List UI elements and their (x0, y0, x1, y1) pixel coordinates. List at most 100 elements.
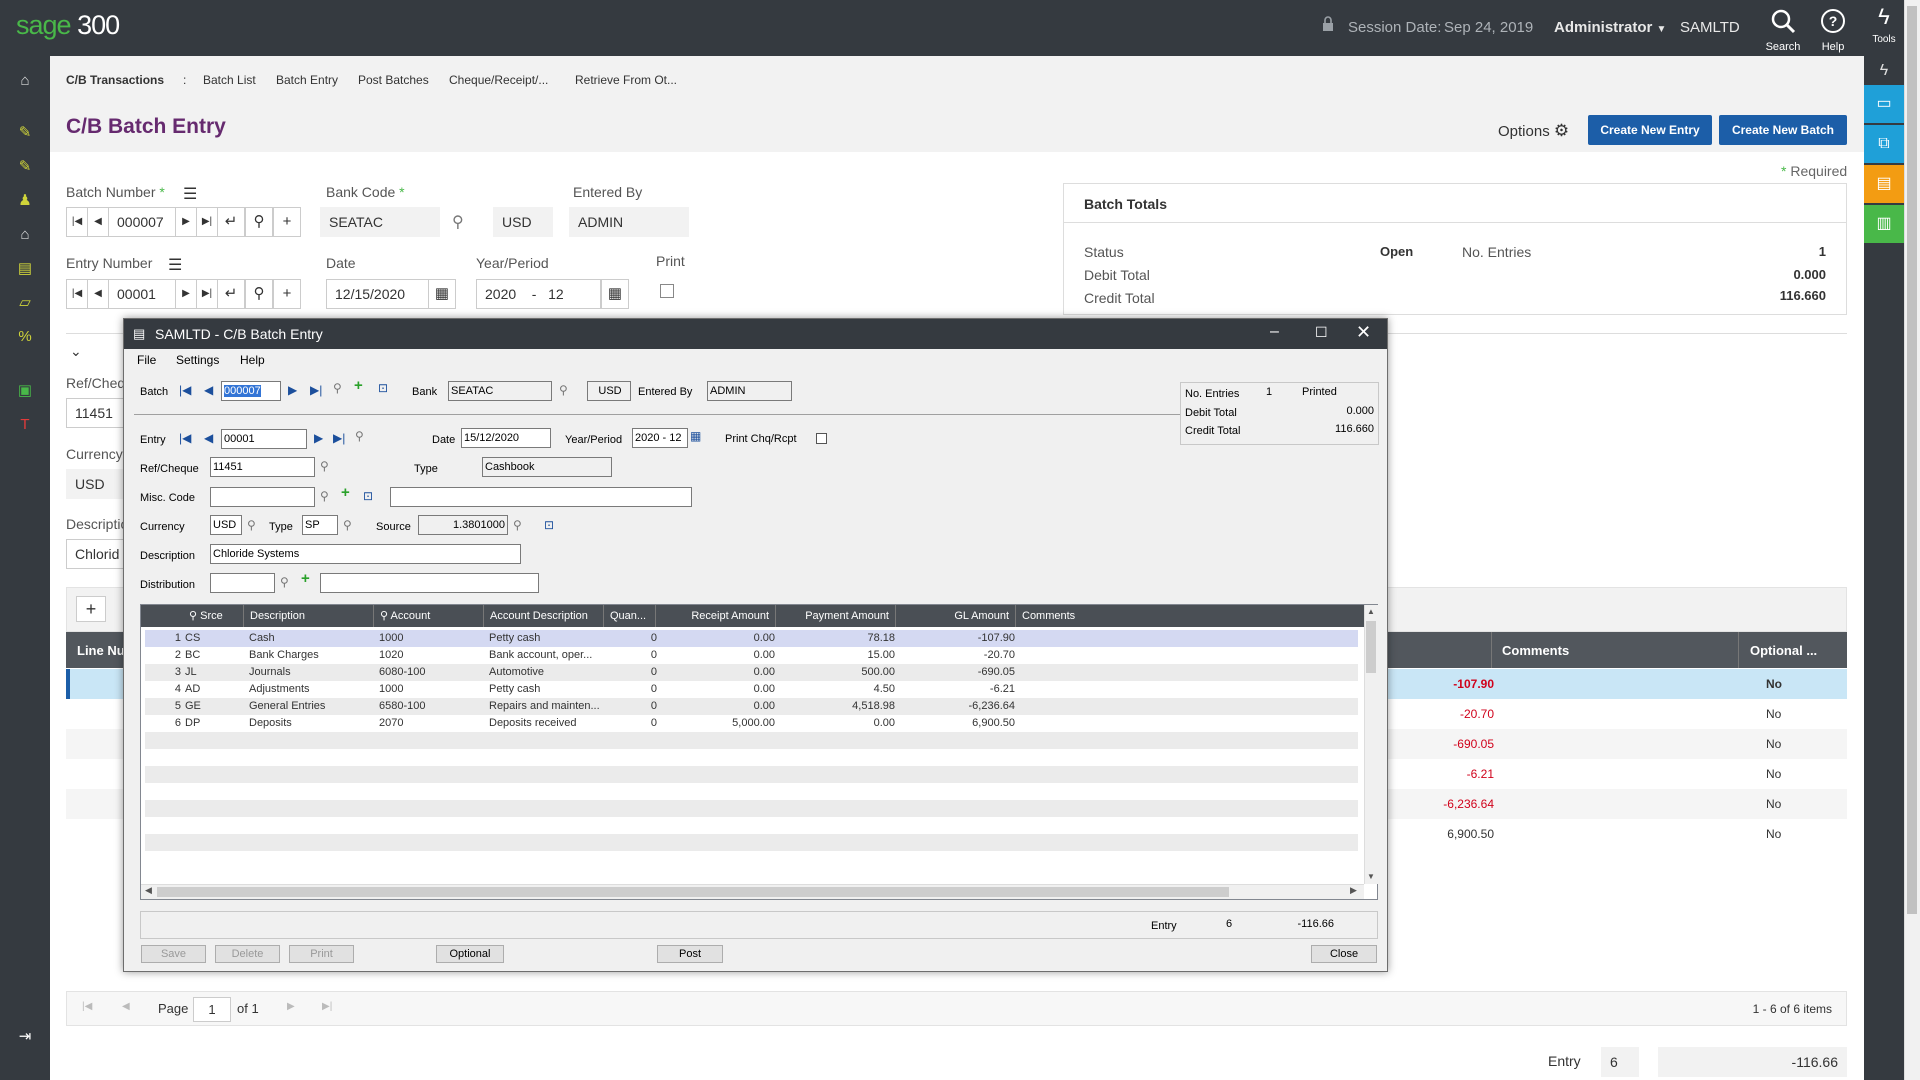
options-button[interactable]: Options ⚙ (1498, 121, 1569, 141)
dlg-grid-row[interactable]: 3 JL Journals 6080-100 Automotive 0 0.00 500.00… (145, 664, 1358, 681)
dlg-grid-row[interactable]: 1 CS Cash 1000 Petty cash 0 0.00 78.18 -107.90 (145, 630, 1358, 647)
grid-add-icon[interactable]: + (76, 596, 106, 622)
dlg-misc-add-icon[interactable]: + (341, 484, 350, 501)
last-batch-button[interactable]: ▶| (196, 207, 218, 237)
last-entry-button[interactable]: ▶| (196, 279, 218, 309)
help-button[interactable]: ? Help (1809, 8, 1857, 53)
dlg-ref-search-icon[interactable]: ⚲ (320, 459, 329, 473)
dlg-grid-hscroll-thumb[interactable] (157, 887, 1229, 897)
create-new-batch-button[interactable]: Create New Batch (1719, 115, 1847, 145)
col-quantity[interactable]: Quan... (603, 605, 655, 627)
dlg-description-input[interactable]: Chloride Systems (210, 544, 521, 564)
batch-add-icon[interactable]: + (273, 207, 301, 237)
col-account[interactable]: ⚲ Account (373, 605, 483, 627)
tools-button[interactable]: ϟ Tools (1864, 4, 1904, 45)
close-icon[interactable]: ✕ (1356, 322, 1371, 343)
dlg-grid-row[interactable] (145, 783, 1358, 800)
module-icon-2[interactable]: ✎ (0, 152, 50, 182)
module-icon-9[interactable]: T (0, 410, 50, 440)
dlg-misc-zoom-icon[interactable]: ⊡ (363, 489, 373, 503)
entry-search-icon[interactable]: ⚲ (245, 279, 273, 309)
dlg-rate-type-input[interactable]: SP (302, 515, 338, 535)
dlg-misc-search-icon[interactable]: ⚲ (320, 489, 329, 503)
window-search-icon[interactable]: ⧉ (1864, 125, 1904, 163)
dlg-last-batch-icon[interactable]: ▶| (310, 383, 322, 397)
batch-list-icon[interactable]: ☰ (183, 184, 197, 204)
dlg-batch-search-icon[interactable]: ⚲ (333, 381, 342, 395)
dlg-delete-button[interactable]: Delete (215, 945, 280, 963)
dlg-first-batch-icon[interactable]: |◀ (179, 383, 191, 397)
next-page-button[interactable]: ▶ (287, 1001, 295, 1012)
batch-enter-icon[interactable]: ↵ (217, 207, 245, 237)
dlg-grid-row[interactable]: 6 DP Deposits 2070 Deposits received 0 5,000.0… (145, 715, 1358, 732)
breadcrumb-batch-list[interactable]: Batch List (203, 73, 256, 87)
dlg-first-entry-icon[interactable]: |◀ (179, 431, 191, 445)
dlg-rate-type-search-icon[interactable]: ⚲ (343, 518, 352, 532)
calendar-icon[interactable]: ▦ (428, 279, 456, 309)
entry-number-input[interactable]: 00001 (108, 279, 184, 309)
print-checkbox[interactable] (660, 284, 674, 298)
collapse-chevron-icon[interactable]: ⌄ (70, 343, 82, 360)
bank-code-input[interactable]: SEATAC (320, 207, 440, 237)
next-batch-button[interactable]: ▶ (175, 207, 197, 237)
col-receipt-amount[interactable]: Receipt Amount (655, 605, 775, 627)
page-input[interactable]: 1 (193, 997, 231, 1022)
breadcrumb-batch-entry[interactable]: Batch Entry (276, 73, 338, 87)
breadcrumb-root[interactable]: C/B Transactions (66, 73, 164, 87)
dlg-grid-row[interactable] (145, 732, 1358, 749)
dlg-distribution-add-icon[interactable]: + (301, 570, 310, 587)
maximize-icon[interactable]: ☐ (1315, 324, 1328, 341)
dlg-source-search-icon[interactable]: ⚲ (513, 518, 522, 532)
dlg-grid-row[interactable]: 4 AD Adjustments 1000 Petty cash 0 0.00 4.50 -6.… (145, 681, 1358, 698)
dialog-titlebar[interactable]: ▤ SAMLTD - C/B Batch Entry – ☐ ✕ (124, 319, 1387, 349)
dlg-grid-row[interactable] (145, 800, 1358, 817)
entry-add-icon[interactable]: + (273, 279, 301, 309)
dlg-source-zoom-icon[interactable]: ⊡ (544, 518, 554, 532)
menu-settings[interactable]: Settings (176, 353, 219, 367)
col-payment-amount[interactable]: Payment Amount (775, 605, 895, 627)
first-page-button[interactable]: |◀ (82, 1001, 92, 1012)
prev-page-button[interactable]: ◀ (122, 1001, 130, 1012)
prev-entry-button[interactable]: ◀ (87, 279, 109, 309)
entry-enter-icon[interactable]: ↵ (217, 279, 245, 309)
scroll-right-icon[interactable]: ▶ (1350, 885, 1357, 896)
menu-help[interactable]: Help (240, 353, 265, 367)
col-comments[interactable]: Comments (1015, 605, 1364, 627)
dlg-batch-zoom-icon[interactable]: ⊡ (378, 381, 388, 395)
dlg-distribution-search-icon[interactable]: ⚲ (280, 575, 289, 589)
home-icon[interactable]: ⌂ (0, 66, 50, 96)
sage-logo[interactable]: sage 300 (16, 10, 120, 41)
scroll-left-icon[interactable]: ◀ (145, 885, 152, 896)
module-icon-8[interactable]: ▣ (0, 376, 50, 406)
collapse-icon[interactable]: ⇥ (0, 1022, 50, 1052)
dlg-grid-row[interactable]: 2 BC Bank Charges 1020 Bank account, oper...… (145, 647, 1358, 664)
create-new-entry-button[interactable]: Create New Entry (1588, 115, 1712, 145)
breadcrumb-retrieve[interactable]: Retrieve From Ot... (575, 73, 677, 87)
last-page-button[interactable]: ▶| (322, 1001, 332, 1012)
dlg-source-input[interactable]: 1.3801000 (418, 515, 508, 535)
module-icon-6[interactable]: ▱ (0, 288, 50, 318)
document-icon[interactable]: ▥ (1864, 205, 1904, 243)
col-line-number[interactable]: Line Nu (77, 643, 125, 658)
col-gl-amount[interactable]: GL Amount (895, 605, 1015, 627)
dlg-batch-add-icon[interactable]: + (354, 377, 363, 394)
window-count-icon[interactable]: ▭ (1864, 85, 1904, 123)
dlg-grid-vscroll-thumb[interactable] (1366, 621, 1376, 673)
breadcrumb-cheque-receipt[interactable]: Cheque/Receipt/... (449, 73, 548, 87)
col-description[interactable]: Description (243, 605, 373, 627)
dlg-period-calendar-icon[interactable]: ▦ (690, 429, 701, 443)
dlg-next-entry-icon[interactable]: ▶ (314, 431, 323, 445)
period-calendar-icon[interactable]: ▦ (601, 279, 629, 309)
dlg-grid-row[interactable] (145, 749, 1358, 766)
dlg-prev-batch-icon[interactable]: ◀ (204, 383, 213, 397)
dlg-currency-search-icon[interactable]: ⚲ (247, 518, 256, 532)
dlg-post-button[interactable]: Post (657, 945, 723, 963)
col-comments[interactable]: Comments (1502, 643, 1569, 658)
batch-search-icon[interactable]: ⚲ (245, 207, 273, 237)
next-entry-button[interactable]: ▶ (175, 279, 197, 309)
dlg-grid-row[interactable] (145, 834, 1358, 851)
report-icon[interactable]: ▤ (1864, 165, 1904, 203)
search-button[interactable]: Search (1759, 8, 1807, 53)
entry-list-icon[interactable]: ☰ (168, 255, 182, 275)
dlg-optional-button[interactable]: Optional (436, 945, 504, 963)
